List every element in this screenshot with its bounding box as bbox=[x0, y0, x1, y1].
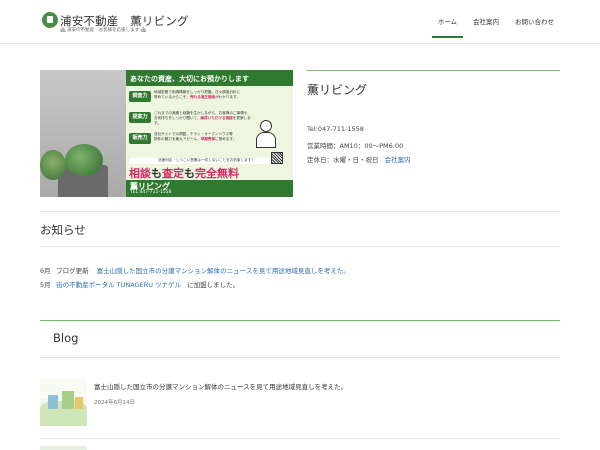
hero-banner-title: あなたの資産、大切にお預かりします bbox=[126, 70, 293, 86]
company-info: 薫リビング Tel:047-711-1558 営業時間：AM10：00～PM6:… bbox=[307, 70, 560, 164]
cactus-photo bbox=[40, 70, 126, 197]
divider bbox=[40, 438, 560, 439]
news-category: ブログ更新 bbox=[56, 267, 89, 275]
main-nav: ホーム 会社案内 お問い合わせ bbox=[428, 10, 560, 38]
company-holiday: 定休日：水曜・日・祝日 bbox=[307, 156, 379, 164]
divider bbox=[40, 211, 560, 212]
blog-post-title[interactable]: 富士山隠した国立市の分譲マンション解体のニュースを見て用途地域見直しを考えた。 bbox=[94, 381, 347, 391]
news-suffix: に加盟しました。 bbox=[187, 281, 240, 289]
divider bbox=[40, 246, 560, 247]
blog-heading: Blog bbox=[53, 331, 79, 345]
feature-text-research: 地域密着で相場情報をしっかり把握。日々調査分析に 努めているからこそ、売れる適正… bbox=[154, 90, 241, 99]
company-profile-link[interactable]: 会社案内 bbox=[385, 156, 411, 164]
hero-image: あなたの資産、大切にお預かりします 調査力 地域密着で相場情報をしっかり把握。日… bbox=[40, 70, 293, 197]
feature-text-sales: 自社サイトでの掲載、チラシ・オープンハウス等 物件の魅力を最大アピール、早期売却… bbox=[154, 132, 237, 141]
nav-item-home[interactable]: ホーム bbox=[431, 10, 463, 38]
site-header: 浦安不動産 薫リビング 🏘 浦安の不動産 お客様を応援します 🏘 ホーム 会社案… bbox=[0, 0, 600, 44]
company-holiday-row: 定休日：水曜・日・祝日 会社案内 bbox=[307, 154, 411, 164]
cactus-large-shape bbox=[65, 144, 103, 176]
blog-post-date: 2024年6月14日 bbox=[94, 400, 135, 406]
news-month: 6月 bbox=[40, 267, 51, 275]
hero-promise-note: 迅速対応・しつこい営業は一切しないことをお約束します！ bbox=[129, 158, 284, 164]
company-name: 薫リビング bbox=[307, 83, 368, 97]
feature-tag-research: 調査力 bbox=[129, 91, 151, 102]
site-tagline: 🏘 浦安の不動産 お客様を応援します 🏘 bbox=[60, 28, 147, 33]
company-hours: 営業時間：AM10：00～PM6:00 bbox=[307, 142, 404, 150]
news-link[interactable]: 富士山隠した国立市の分譲マンション解体のニュースを見て用途地域見直しを考えた。 bbox=[97, 267, 350, 275]
blog-thumbnail[interactable] bbox=[40, 446, 87, 450]
hero-footer-band: 薫リビング TEL 047-711-1558 bbox=[126, 180, 293, 197]
site-logo-icon[interactable] bbox=[42, 12, 58, 28]
feature-text-proposal: これまでの実績と経験を生かしながら、お客様のご事情や お気持ちをしっかり聞いて、… bbox=[154, 111, 251, 125]
nav-item-contact[interactable]: お問い合わせ bbox=[509, 10, 560, 38]
news-month: 5月 bbox=[40, 281, 51, 289]
news-heading: お知らせ bbox=[40, 223, 86, 237]
hero-free-consult: 相談も査定も完全無料 bbox=[129, 167, 239, 179]
news-item: 5月 街の不動産ポータル TUNAGERU ツナゲル に加盟しました。 bbox=[40, 279, 239, 289]
hero-tel: TEL 047-711-1558 bbox=[130, 190, 172, 195]
staff-illustration-icon bbox=[253, 120, 279, 150]
cactus-small-shape bbox=[40, 150, 66, 180]
nav-item-company[interactable]: 会社案内 bbox=[467, 10, 505, 38]
feature-tag-proposal: 提案力 bbox=[129, 112, 151, 123]
divider bbox=[40, 320, 560, 321]
hero-flyer: あなたの資産、大切にお預かりします 調査力 地域密着で相場情報をしっかり把握。日… bbox=[126, 70, 293, 197]
news-item: 6月 ブログ更新 富士山隠した国立市の分譲マンション解体のニュースを見て用途地域… bbox=[40, 265, 350, 275]
news-link[interactable]: 街の不動産ポータル TUNAGERU ツナゲル bbox=[56, 281, 181, 289]
qr-code-icon bbox=[271, 152, 283, 164]
feature-tag-sales: 販売力 bbox=[129, 133, 151, 144]
company-tel: Tel:047-711-1558 bbox=[307, 125, 364, 133]
blog-thumbnail[interactable] bbox=[40, 379, 87, 426]
divider bbox=[40, 357, 560, 358]
